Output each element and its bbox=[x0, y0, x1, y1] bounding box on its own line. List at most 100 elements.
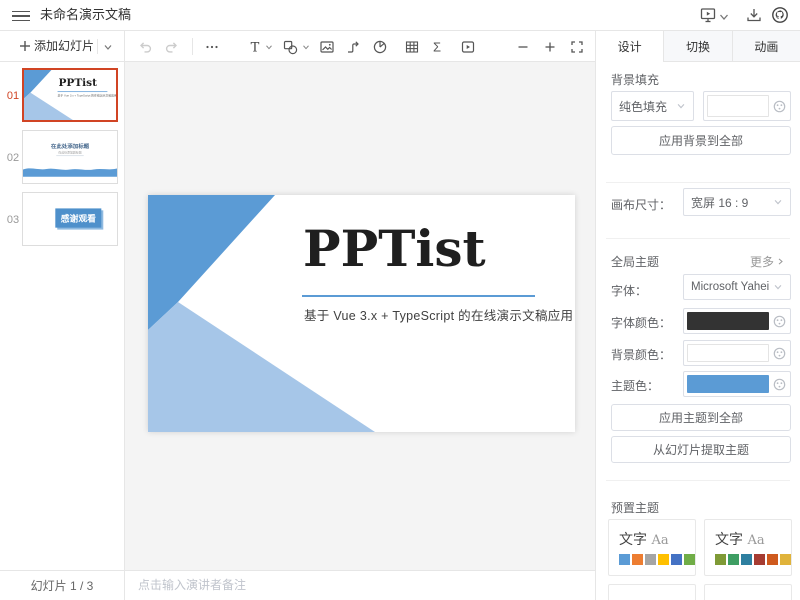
slide-subtitle-text[interactable]: 基于 Vue 3.x + TypeScript 的在线演示文稿应用 bbox=[304, 305, 573, 324]
theme-color-square bbox=[741, 554, 752, 565]
line-tool-icon[interactable] bbox=[341, 31, 365, 62]
chevron-down-icon bbox=[773, 197, 783, 207]
svg-text:PPTist: PPTist bbox=[59, 77, 98, 89]
svg-text:在此处添加标题: 在此处添加标题 bbox=[51, 142, 90, 150]
font-color-picker[interactable] bbox=[683, 308, 791, 334]
theme-color-square bbox=[728, 554, 739, 565]
chart-tool-icon[interactable] bbox=[368, 31, 392, 62]
font-label: 字体： bbox=[611, 282, 647, 299]
slide-thumbnail-2[interactable]: 在此处添加标题 在此处添加副标题 bbox=[22, 130, 118, 184]
zoom-out-icon[interactable] bbox=[511, 31, 535, 62]
document-title[interactable]: 未命名演示文稿 bbox=[40, 0, 131, 30]
slide-thumbnail-1[interactable]: PPTist 基于 Vue 3.x + TypeScript 的在线演示文稿应用 bbox=[22, 68, 118, 122]
chevron-right-icon bbox=[776, 257, 785, 266]
preset-theme-card-3[interactable] bbox=[608, 584, 696, 600]
canvas-size-label: 画布尺寸： bbox=[611, 196, 671, 213]
svg-text:基于 Vue 3.x + TypeScript 的在线演示文: 基于 Vue 3.x + TypeScript 的在线演示文稿应用 bbox=[58, 93, 116, 97]
panel-tabs: 设计 切换 动画 bbox=[595, 31, 800, 62]
text-tool-chevron-down-icon[interactable] bbox=[263, 31, 275, 62]
speaker-notes-input[interactable]: 点击输入演讲者备注 bbox=[125, 571, 595, 600]
editor-canvas[interactable]: PPTist 基于 Vue 3.x + TypeScript 的在线演示文稿应用 bbox=[125, 62, 595, 570]
more-tools-icon[interactable] bbox=[200, 31, 224, 62]
theme-color-strip bbox=[619, 554, 695, 565]
preset-theme-card-1[interactable]: 文字 Aa bbox=[608, 519, 696, 576]
export-download-icon[interactable] bbox=[745, 6, 763, 24]
font-family-value: Microsoft Yahei bbox=[691, 281, 769, 293]
canvas-size-value: 宽屏 16 : 9 bbox=[691, 194, 748, 211]
divider bbox=[606, 238, 790, 239]
menu-icon[interactable] bbox=[12, 7, 30, 25]
svg-text:T: T bbox=[251, 40, 260, 55]
background-fill-label: 背景填充 bbox=[611, 71, 659, 88]
chevron-down-icon bbox=[773, 282, 783, 292]
font-color-label: 字体颜色： bbox=[611, 314, 671, 331]
add-slide-label: 添加幻灯片 bbox=[34, 31, 94, 61]
divider bbox=[606, 182, 790, 183]
recent-colors-icon bbox=[773, 315, 786, 328]
font-family-select[interactable]: Microsoft Yahei bbox=[683, 274, 791, 300]
recent-colors-icon bbox=[773, 378, 786, 391]
plus-icon bbox=[18, 39, 32, 53]
shape-tool-chevron-down-icon[interactable] bbox=[300, 31, 312, 62]
theme-color-square bbox=[780, 554, 791, 565]
apply-background-all-button[interactable]: 应用背景到全部 bbox=[611, 126, 791, 155]
tab-design[interactable]: 设计 bbox=[596, 31, 663, 62]
theme-color-label: 主题色： bbox=[611, 377, 659, 394]
global-theme-label: 全局主题 bbox=[611, 253, 659, 270]
present-chevron-down-icon[interactable] bbox=[718, 10, 730, 22]
fill-type-select[interactable]: 纯色填充 bbox=[611, 91, 694, 121]
present-icon[interactable] bbox=[699, 6, 717, 24]
chevron-down-icon bbox=[676, 101, 686, 111]
header-bar: 未命名演示文稿 bbox=[0, 0, 800, 31]
divider bbox=[606, 480, 790, 481]
redo-icon[interactable] bbox=[160, 31, 184, 62]
preset-theme-card-2[interactable]: 文字 Aa bbox=[704, 519, 792, 576]
slide-indicator: 幻灯片 1 / 3 bbox=[0, 571, 125, 600]
preset-theme-card-4[interactable] bbox=[704, 584, 792, 600]
recent-colors-icon bbox=[773, 347, 786, 360]
theme-color-square bbox=[671, 554, 682, 565]
bg-color-picker[interactable] bbox=[683, 340, 791, 366]
extract-theme-button[interactable]: 从幻灯片提取主题 bbox=[611, 436, 791, 463]
theme-color-square bbox=[632, 554, 643, 565]
tab-transition[interactable]: 切换 bbox=[663, 31, 731, 62]
theme-color-square bbox=[645, 554, 656, 565]
pptist-app: 未命名演示文稿 添加幻灯片 bbox=[0, 0, 800, 600]
divider bbox=[192, 38, 193, 55]
table-tool-icon[interactable] bbox=[400, 31, 424, 62]
slide-number-1: 01 bbox=[4, 90, 22, 102]
theme-color-picker[interactable] bbox=[683, 371, 791, 397]
toolbar: 添加幻灯片 T bbox=[0, 31, 595, 62]
slide-divider-line[interactable] bbox=[302, 295, 535, 297]
apply-theme-all-button[interactable]: 应用主题到全部 bbox=[611, 404, 791, 431]
bg-color-label: 背景颜色： bbox=[611, 346, 671, 363]
slide-number-3: 03 bbox=[4, 214, 22, 226]
preset-themes-label: 预置主题 bbox=[611, 499, 659, 516]
slide-thumbnail-3[interactable]: 感谢观看 bbox=[22, 192, 118, 246]
formula-tool-icon[interactable]: Σ bbox=[425, 31, 449, 62]
recent-colors-icon bbox=[773, 100, 786, 113]
fill-type-value: 纯色填充 bbox=[619, 98, 667, 115]
undo-icon[interactable] bbox=[133, 31, 157, 62]
github-icon[interactable] bbox=[771, 6, 789, 24]
canvas-size-select[interactable]: 宽屏 16 : 9 bbox=[683, 188, 791, 216]
theme-color-square bbox=[619, 554, 630, 565]
media-tool-icon[interactable] bbox=[456, 31, 480, 62]
shape-tool-icon[interactable] bbox=[278, 31, 302, 62]
theme-color-square bbox=[767, 554, 778, 565]
theme-color-swatch bbox=[687, 375, 769, 393]
tab-animation[interactable]: 动画 bbox=[732, 31, 800, 62]
add-slide-chevron-down-icon[interactable] bbox=[102, 41, 114, 53]
add-slide-button[interactable]: 添加幻灯片 bbox=[0, 31, 125, 62]
zoom-in-icon[interactable] bbox=[538, 31, 562, 62]
svg-text:在此处添加副标题: 在此处添加副标题 bbox=[58, 150, 82, 155]
svg-text:感谢观看: 感谢观看 bbox=[61, 212, 96, 223]
image-tool-icon[interactable] bbox=[315, 31, 339, 62]
slide-title-text[interactable]: PPTist bbox=[303, 221, 486, 277]
current-slide[interactable]: PPTist 基于 Vue 3.x + TypeScript 的在线演示文稿应用 bbox=[148, 195, 575, 432]
fullscreen-icon[interactable] bbox=[565, 31, 589, 62]
theme-more-link[interactable]: 更多 bbox=[750, 253, 785, 270]
background-color-picker[interactable] bbox=[703, 91, 791, 121]
theme-color-square bbox=[754, 554, 765, 565]
theme-color-square bbox=[684, 554, 695, 565]
